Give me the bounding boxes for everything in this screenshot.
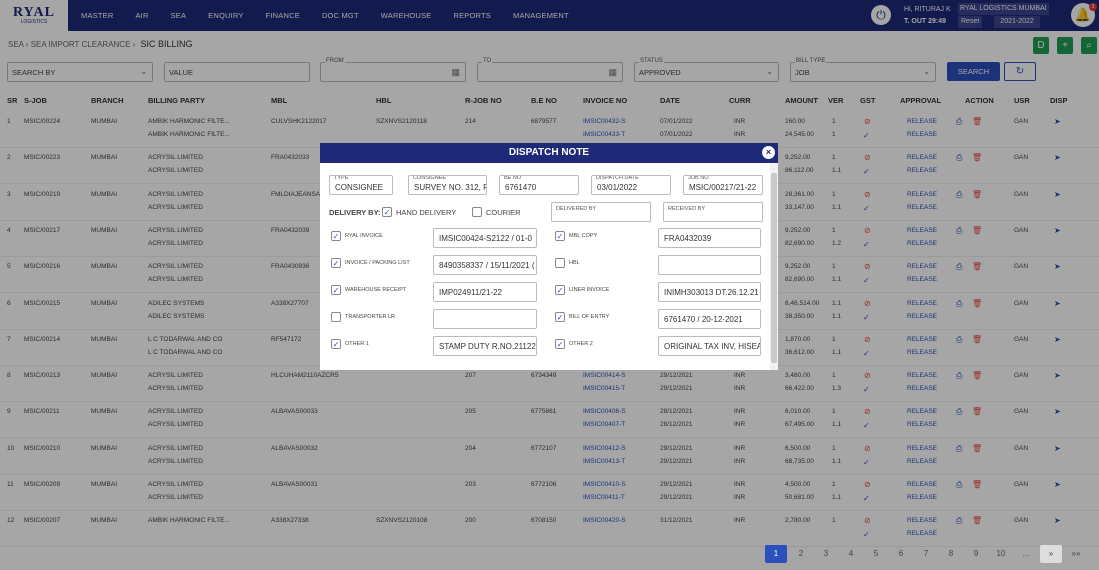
doc-value-field[interactable]: STAMP DUTY R.NO.2112291 [433,336,537,356]
doc-label: BILL OF ENTRY [569,314,610,320]
doc-checkbox[interactable]: ✓ [331,231,341,241]
be-no-field[interactable]: BE NO 6761470 [499,175,579,195]
page-button[interactable]: 4 [840,545,862,563]
doc-checkbox[interactable]: ✓ [555,339,565,349]
page-button[interactable]: 1 [765,545,787,563]
page-button[interactable]: 3 [815,545,837,563]
page-button[interactable]: 8 [940,545,962,563]
dispatch-note-modal: DISPATCH NOTE × TYPE CONSIGNEE CONSIGNEE S… [320,143,778,370]
doc-label: OTHER 1 [345,341,369,347]
doc-value-field[interactable]: IMSIC00424-S2122 / 01-0 [433,228,537,248]
hand-delivery-label: HAND DELIVERY [396,208,457,217]
page-button[interactable]: »» [1065,545,1087,563]
doc-label: OTHER 2 [569,341,593,347]
doc-label: HBL [569,260,580,266]
scroll-thumb[interactable] [771,173,777,363]
modal-scrollbar[interactable] [770,163,778,370]
doc-value: INIMH303013 DT.26.12.21 [664,288,759,297]
doc-value-field[interactable]: INIMH303013 DT.26.12.21 [658,282,761,302]
doc-checkbox[interactable]: ✓ [331,258,341,268]
doc-label: INVOICE / PACKING LIST [345,260,410,266]
doc-value-field[interactable]: ORIGINAL TAX INV, HISEAS [658,336,761,356]
page-button[interactable]: 6 [890,545,912,563]
doc-value-field[interactable] [433,309,537,329]
doc-label: TRANSPORTER LR [345,314,396,320]
doc-checkbox[interactable]: ✓ [555,231,565,241]
doc-value-field[interactable] [658,255,761,275]
page-button[interactable]: 10 [990,545,1012,563]
delivery-by-label: DELIVERY BY: [329,208,381,217]
doc-label: RYAL INVOICE [345,233,383,239]
page-button[interactable]: 5 [865,545,887,563]
dispatch-date-field[interactable]: DISPATCH DATE 03/01/2022 [591,175,671,195]
consignee-field[interactable]: CONSIGNEESURVEY NO. 312, FLO [408,175,487,195]
job-no-field[interactable]: JOB NO MSIC/00217/21-22 [683,175,763,195]
doc-value-field[interactable]: 6761470 / 20-12-2021 [658,309,761,329]
delivered-by-field[interactable]: DELIVERED BY [551,202,651,222]
page-button[interactable]: 9 [965,545,987,563]
doc-value-field[interactable]: FRA0432039 [658,228,761,248]
doc-label: MBL COPY [569,233,598,239]
doc-checkbox[interactable] [555,258,565,268]
doc-checkbox[interactable]: ✓ [555,285,565,295]
doc-value: STAMP DUTY R.NO.2112291 [439,342,537,351]
pagination: 1 2 3 4 5 6 7 8 9 10...»»» [765,545,1090,563]
courier-label: COURIER [486,208,521,217]
page-button[interactable]: ... [1015,545,1037,563]
received-by-field[interactable]: RECEIVED BY [663,202,763,222]
page-button[interactable]: 7 [915,545,937,563]
page-button[interactable]: » [1040,545,1062,563]
doc-label: WAREHOUSE RECEIPT [345,287,407,293]
doc-value-field[interactable]: IMP024911/21-22 [433,282,537,302]
doc-checkbox[interactable]: ✓ [331,285,341,295]
doc-value: ORIGINAL TAX INV, HISEAS [664,342,761,351]
doc-checkbox[interactable] [331,312,341,322]
doc-value: 6761470 / 20-12-2021 [664,315,743,324]
modal-title: DISPATCH NOTE [320,143,778,163]
doc-checkbox[interactable]: ✓ [331,339,341,349]
doc-label: LINER INVOICE [569,287,610,293]
close-icon[interactable]: × [762,146,775,159]
doc-value: IMSIC00424-S2122 / 01-0 [439,234,532,243]
doc-checkbox[interactable]: ✓ [555,312,565,322]
courier-checkbox[interactable] [472,207,482,217]
hand-delivery-checkbox[interactable]: ✓ [382,207,392,217]
doc-value-field[interactable]: 8490358337 / 15/11/2021 ( [433,255,537,275]
type-field[interactable]: TYPE CONSIGNEE [329,175,393,195]
doc-value: IMP024911/21-22 [439,288,503,297]
doc-value: FRA0432039 [664,234,712,243]
doc-value: 8490358337 / 15/11/2021 ( [439,261,535,270]
page-button[interactable]: 2 [790,545,812,563]
